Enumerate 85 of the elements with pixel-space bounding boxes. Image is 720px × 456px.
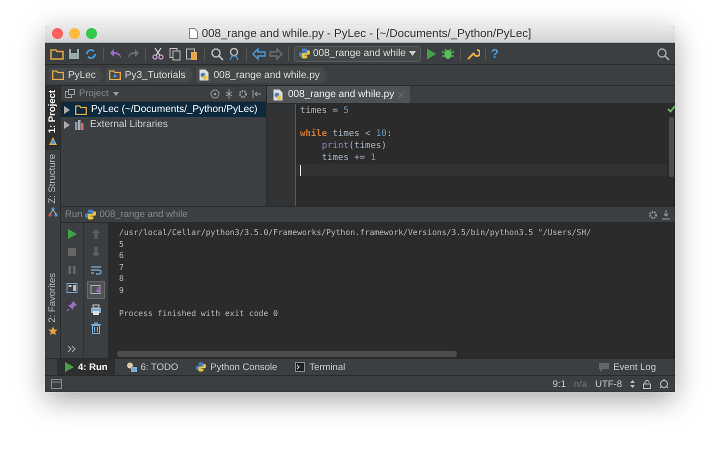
python-icon — [196, 362, 206, 372]
up-down-arrows-icon — [630, 380, 635, 388]
tool-window-tab[interactable]: 4: Run — [57, 359, 115, 375]
star-icon — [48, 326, 58, 336]
play-icon — [64, 362, 74, 372]
wrap-icon[interactable] — [90, 264, 102, 276]
folder-icon — [75, 104, 87, 114]
run-panel-title: Run — [65, 209, 82, 220]
undo-icon[interactable] — [109, 46, 123, 60]
window-title: 008_range and while.py - PyLec - [~/Documents/_Python/PyLec] — [202, 28, 532, 40]
windows-icon — [65, 89, 75, 98]
target-icon[interactable] — [210, 88, 220, 98]
text-cursor — [300, 164, 301, 176]
scissors-icon[interactable] — [151, 46, 165, 60]
copy-icon[interactable] — [168, 46, 182, 60]
layout-icon[interactable] — [66, 282, 78, 294]
console-output-line: 9 — [119, 284, 124, 296]
console-output-line: /usr/local/Cellar/python3/3.5.0/Frameworks/Python.framework/Versions/3.5/bin/python3.5 "/Users/SH/ — [119, 227, 592, 238]
print-icon[interactable] — [90, 304, 102, 316]
breadcrumb-item[interactable]: Py3_Tutorials — [106, 68, 194, 82]
gear-icon[interactable] — [238, 88, 248, 98]
sync-icon[interactable] — [84, 46, 98, 60]
python-icon — [299, 48, 310, 59]
document-icon — [188, 28, 198, 39]
lock-icon[interactable] — [643, 380, 651, 388]
python-file-icon — [198, 69, 210, 81]
expand-chevrons-icon[interactable] — [66, 343, 78, 355]
tree-item[interactable]: PyLec (~/Documents/_Python/PyLec) — [61, 102, 266, 117]
console-output-line: 5 — [119, 238, 124, 250]
python-icon — [85, 209, 96, 220]
search-icon[interactable] — [656, 46, 670, 60]
editor-tab[interactable]: 008_range and while.py — [267, 86, 410, 103]
file-encoding[interactable]: UTF-8 — [595, 378, 622, 390]
forward-arrow-icon[interactable] — [269, 46, 283, 60]
terminal-icon — [295, 362, 306, 372]
code-line: times += 1 — [322, 152, 376, 164]
console-output-line: Process finished with exit code 0 — [119, 308, 278, 319]
folder-icon — [52, 70, 64, 80]
hide-panel-icon[interactable] — [252, 88, 262, 98]
scroll-to-end-icon[interactable] — [88, 282, 104, 298]
tool-window-tab[interactable]: Python Console — [189, 359, 284, 375]
scrollbar-thumb[interactable] — [117, 350, 457, 356]
gear-icon[interactable] — [648, 210, 658, 220]
console-output-line: 6 — [119, 250, 124, 262]
structure-icon — [48, 206, 58, 217]
side-tab[interactable]: 1: Project — [45, 86, 60, 150]
python-file-icon — [273, 88, 284, 100]
panel-toggle-icon[interactable] — [51, 379, 62, 389]
cursor-position[interactable]: 9:1 — [552, 378, 566, 390]
play-icon[interactable] — [66, 228, 78, 240]
help-button[interactable]: ? — [490, 46, 499, 61]
search-icon[interactable] — [210, 46, 224, 60]
back-arrow-icon[interactable] — [252, 46, 266, 60]
redo-icon[interactable] — [126, 46, 140, 60]
hide-panel-icon[interactable] — [661, 210, 671, 220]
paste-icon[interactable] — [185, 46, 199, 60]
pin-icon[interactable] — [66, 300, 78, 312]
check-icon — [666, 105, 675, 113]
folder-icon[interactable] — [50, 46, 64, 60]
event-log-tab[interactable]: Event Log — [592, 359, 663, 375]
tree-item[interactable]: External Libraries — [61, 117, 266, 132]
todo-icon — [126, 362, 137, 372]
save-icon[interactable] — [67, 46, 81, 60]
project-icon — [48, 136, 58, 146]
side-tab[interactable]: Z: Structure — [45, 150, 60, 221]
library-icon — [75, 120, 86, 130]
console-output-line: 8 — [119, 273, 124, 284]
code-line: times = 5 — [300, 106, 349, 118]
tool-window-tab[interactable]: 6: TODO — [118, 359, 186, 375]
code-line: while times < 10: — [300, 129, 392, 141]
tool-window-tab[interactable]: Terminal — [288, 359, 352, 375]
console-output-line: 7 — [119, 262, 124, 273]
code-line: print(times) — [322, 141, 387, 153]
caret-icon — [408, 51, 416, 56]
side-tab[interactable]: 2: Favorites — [45, 269, 60, 358]
close-button[interactable] — [52, 28, 63, 39]
run-configuration-dropdown[interactable]: 008_range and while — [294, 46, 421, 62]
speech-bubble-icon — [599, 362, 610, 372]
folder-icon — [108, 70, 121, 80]
scrollbar-thumb[interactable] — [668, 117, 674, 177]
breadcrumb-item[interactable]: 008_range and while.py — [196, 67, 328, 83]
caret-icon — [112, 92, 119, 96]
bug-icon[interactable] — [440, 46, 455, 60]
trash-icon[interactable] — [90, 322, 102, 334]
breadcrumb-item[interactable]: PyLec — [49, 68, 104, 82]
